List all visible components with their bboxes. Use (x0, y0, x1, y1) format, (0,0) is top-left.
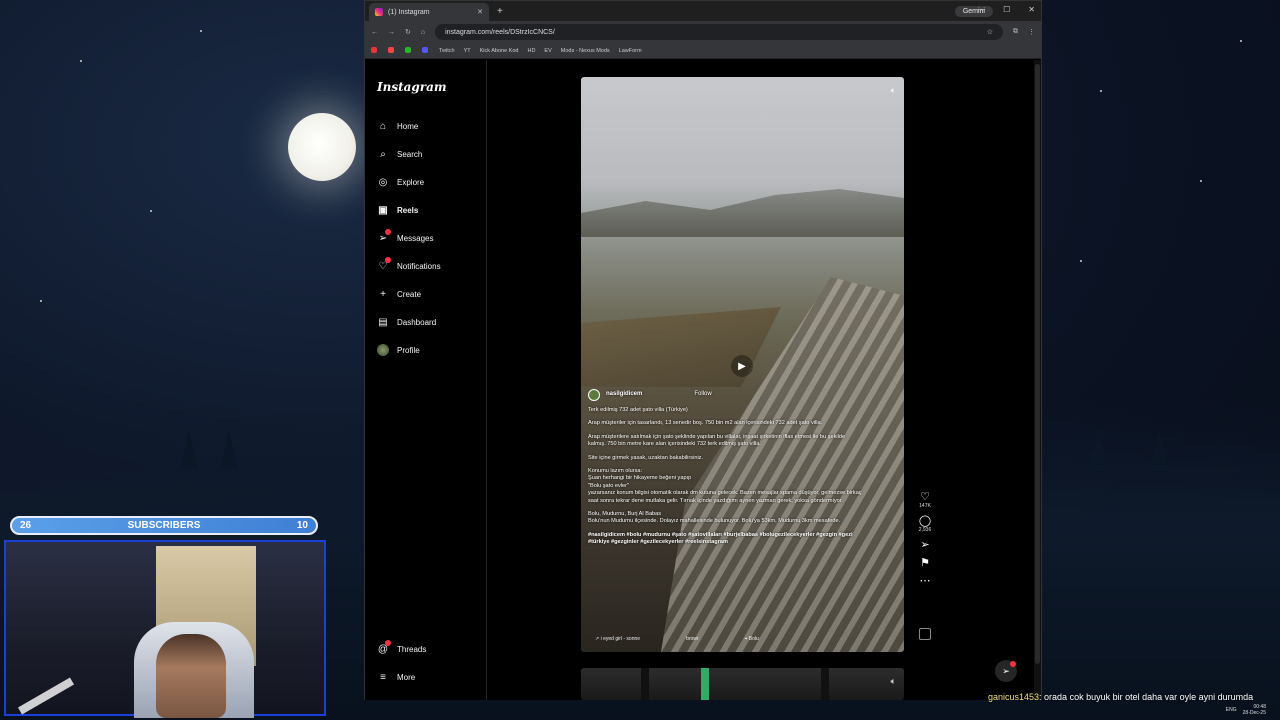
tab-instagram[interactable]: (1) Instagram ✕ (369, 3, 489, 21)
sidebar-item-notifications[interactable]: ♡ Notifications (377, 257, 441, 272)
reload-icon[interactable]: ↻ (405, 28, 411, 36)
caption-line: yazarsanız konum bilgisi otomatik olarak… (588, 490, 862, 504)
caption-line: Arap müşterilere satılmak için şato şekl… (588, 433, 846, 448)
share-icon[interactable]: ➢ (920, 539, 929, 551)
back-icon[interactable]: ← (371, 29, 378, 36)
chat-username: ganicus1453 (988, 692, 1040, 702)
home-icon: ⌂ (379, 120, 387, 132)
dashboard-icon: ▤ (378, 316, 388, 328)
reel-meta: ↗ i eyed girl - sonne browr ⌖ Bolu (595, 636, 759, 642)
threads-icon: @ (377, 640, 391, 655)
subs-label: SUBSCRIBERS (127, 520, 201, 531)
sidebar-item-explore[interactable]: ◎ Explore (377, 176, 425, 188)
bookmark-star-icon[interactable]: ☆ (987, 28, 993, 36)
sidebar-item-more[interactable]: ≡ More (377, 671, 415, 683)
menu-dots-icon[interactable]: ⋮ (1028, 28, 1035, 36)
sidebar-item-dashboard[interactable]: ▤ Dashboard (377, 316, 436, 328)
hamburger-icon: ≡ (380, 671, 386, 683)
plus-icon: + (380, 288, 386, 300)
url-text: instagram.com/reels/DStrzIcCNCS/ (445, 28, 555, 36)
instagram-page: Instagram ⌂ Home ⌕ Search ◎ Explore ▣ Re… (365, 60, 1041, 700)
sidebar-item-reels[interactable]: ▣ Reels (377, 204, 418, 216)
reel-caption: nasilgidicem Follow Terk edilmiş 732 ade… (588, 389, 863, 553)
webcam-overlay (4, 540, 326, 718)
reel-actions: ♡ 147K ◯ 2,936 ➢ ⚑ ⋯ (915, 485, 935, 587)
audio-track[interactable]: ↗ i eyed girl - sonne (595, 636, 640, 642)
bookmark-ev[interactable]: EV (544, 48, 551, 54)
bookmark-nexus[interactable]: Mods - Nexus Mods (561, 48, 610, 54)
sidebar-item-home[interactable]: ⌂ Home (377, 120, 418, 132)
tab-title: (1) Instagram (388, 8, 430, 16)
reels-icon: ▣ (378, 204, 388, 216)
lang-indicator[interactable]: ENG (1226, 707, 1237, 713)
caption-line: Site içine girmek yasak, uzaktan bakabil… (588, 454, 704, 461)
comment-icon[interactable]: ◯ (919, 515, 931, 527)
mute-icon[interactable]: 🔈︎ (891, 676, 896, 687)
caption-line: Arap müşteriler için tasarlandı, 13 sene… (588, 420, 823, 427)
maximize-icon[interactable]: ☐ (1003, 5, 1010, 14)
caption-hashtags[interactable]: #nasilgidicem #bolu #mudurnu #şato #şato… (588, 532, 863, 547)
reel-location[interactable]: ⌖ Bolu (745, 636, 759, 642)
sidebar-item-create[interactable]: + Create (377, 288, 421, 300)
caption-line: Terk edilmiş 732 adet şato villa (Türkiy… (588, 407, 688, 413)
browser-window: (1) Instagram ✕ + Gemini — ☐ ✕ ← → ↻ ⌂ i… (364, 0, 1042, 700)
heart-icon: ♡ (377, 257, 391, 272)
messages-fab-icon[interactable]: ➢ (995, 660, 1017, 682)
minimize-icon[interactable]: — (977, 5, 985, 14)
close-tab-icon[interactable]: ✕ (477, 8, 483, 16)
compass-icon: ◎ (378, 176, 388, 188)
url-field[interactable]: instagram.com/reels/DStrzIcCNCS/ ☆ (435, 24, 1003, 40)
forward-icon[interactable]: → (388, 29, 395, 36)
reel-extra: browr (686, 636, 699, 642)
sidebar-item-messages[interactable]: ➢ Messages (377, 229, 433, 244)
subscribers-bar: 26 SUBSCRIBERS 10 (10, 516, 318, 535)
audio-thumbnail-icon[interactable] (919, 628, 931, 640)
like-icon[interactable]: ♡ (920, 491, 930, 503)
avatar (377, 344, 389, 356)
messages-icon: ➢ (377, 229, 391, 244)
caption-line: Bolu'nun Mudurnu ilçesinde. Dolayız maha… (588, 518, 841, 525)
search-icon: ⌕ (380, 148, 386, 160)
tab-bar: (1) Instagram ✕ + Gemini — ☐ ✕ (365, 1, 1041, 21)
system-tray: ENG 00:48 28-Dec-25 (1130, 700, 1280, 720)
instagram-logo[interactable]: Instagram (377, 80, 447, 94)
like-count: 147K (919, 503, 931, 509)
moon-graphic (288, 113, 356, 181)
bookmark-hd[interactable]: HD (527, 48, 535, 54)
subs-current: 26 (20, 520, 32, 531)
extensions-icon[interactable]: ⧉ (1013, 28, 1018, 36)
sidebar-item-profile[interactable]: Profile (377, 344, 420, 356)
next-reel-preview[interactable]: 🔈︎ (581, 668, 904, 700)
address-bar-row: ← → ↻ ⌂ instagram.com/reels/DStrzIcCNCS/… (365, 21, 1041, 43)
sidebar-item-search[interactable]: ⌕ Search (377, 148, 422, 160)
bookmark-yt[interactable]: YT (464, 48, 471, 54)
clock-date[interactable]: 28-Dec-25 (1243, 710, 1266, 716)
follow-button[interactable]: Follow (694, 391, 711, 398)
more-options-icon[interactable]: ⋯ (920, 575, 931, 587)
sidebar: Instagram ⌂ Home ⌕ Search ◎ Explore ▣ Re… (365, 60, 487, 700)
home-browser-icon[interactable]: ⌂ (421, 29, 425, 36)
streamer-face (156, 634, 226, 718)
new-tab-button[interactable]: + (497, 6, 503, 17)
bookmarks-bar: Twitch YT Kick Abone Kod HD EV Mods - Ne… (365, 43, 1041, 59)
caption-line: Şuan herhangi bir hikayeme beğeni yapıp (588, 475, 692, 482)
mute-icon[interactable]: 🔈︎ (891, 85, 896, 96)
page-scrollbar[interactable] (1034, 60, 1041, 700)
subs-goal: 10 (296, 520, 308, 531)
bookmark-kick[interactable]: Kick Abone Kod (480, 48, 519, 54)
bookmark-twitch[interactable]: Twitch (439, 48, 455, 54)
instagram-favicon-icon (375, 8, 383, 16)
user-avatar[interactable] (588, 389, 600, 401)
sidebar-item-threads[interactable]: @ Threads (377, 640, 426, 655)
close-window-icon[interactable]: ✕ (1028, 5, 1035, 14)
play-icon[interactable]: ▶ (731, 355, 753, 377)
reel-username[interactable]: nasilgidicem (606, 391, 642, 398)
reel-video[interactable]: 🔈︎ ▶ nasilgidicem Follow Terk edilmiş 73… (581, 77, 904, 652)
comment-count: 2,936 (918, 527, 932, 533)
bookmark-lawform[interactable]: LawForm (619, 48, 642, 54)
save-icon[interactable]: ⚑ (920, 557, 930, 569)
